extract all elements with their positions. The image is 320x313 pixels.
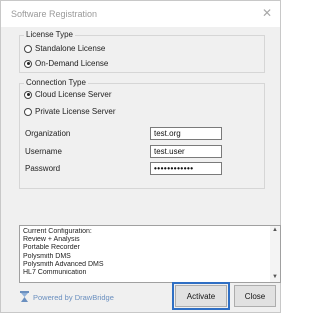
license-type-label: License Type: [24, 30, 75, 39]
radio-label: Standalone License: [35, 44, 106, 53]
vertical-scrollbar[interactable]: ▲ ▼: [270, 226, 280, 282]
software-registration-dialog: Software Registration ✕ License Type Sta…: [0, 0, 281, 313]
organization-field[interactable]: test.org: [150, 127, 222, 140]
username-label: Username: [25, 147, 62, 156]
close-icon[interactable]: ✕: [262, 6, 272, 20]
radio-on-demand-license[interactable]: On-Demand License: [24, 59, 108, 68]
configuration-list-box[interactable]: Current Configuration: Review + Analysis…: [19, 225, 281, 283]
password-field[interactable]: ••••••••••••: [150, 162, 222, 175]
list-item: Review + Analysis: [23, 236, 80, 244]
license-type-group: License Type Standalone License On-Deman…: [19, 30, 265, 73]
radio-standalone-license[interactable]: Standalone License: [24, 44, 105, 53]
radio-button[interactable]: [24, 90, 32, 99]
list-item: Polysmith DMS: [23, 252, 71, 260]
list-item: Polysmith Advanced DMS: [23, 260, 104, 268]
configuration-list: Current Configuration: Review + Analysis…: [23, 228, 268, 277]
scroll-down-icon[interactable]: ▼: [270, 273, 280, 282]
scroll-up-icon[interactable]: ▲: [270, 226, 280, 235]
connection-type-label: Connection Type: [24, 78, 88, 87]
radio-label: Cloud License Server: [35, 90, 112, 99]
radio-cloud-license-server[interactable]: Cloud License Server: [24, 90, 111, 99]
connection-type-group: Connection Type Cloud License Server Pri…: [19, 78, 265, 189]
window-title: Software Registration: [11, 9, 98, 19]
radio-button[interactable]: [24, 107, 32, 116]
radio-private-license-server[interactable]: Private License Server: [24, 107, 115, 116]
drawbridge-logo-icon: [20, 291, 29, 302]
radio-label: On-Demand License: [35, 59, 109, 68]
radio-button[interactable]: [24, 44, 32, 53]
radio-button[interactable]: [24, 59, 32, 68]
list-item: HL7 Communication: [23, 268, 87, 276]
password-label: Password: [25, 164, 61, 173]
radio-label: Private License Server: [35, 107, 116, 116]
close-button[interactable]: Close: [234, 285, 276, 307]
activate-button[interactable]: Activate: [172, 282, 230, 310]
title-bar: Software Registration ✕: [1, 1, 280, 27]
username-field[interactable]: test.user: [150, 145, 222, 158]
list-item: Portable Recorder: [23, 244, 80, 252]
list-item: Current Configuration:: [23, 228, 92, 235]
organization-label: Organization: [25, 129, 71, 138]
powered-by-drawbridge-link[interactable]: Powered by DrawBridge: [33, 293, 114, 302]
